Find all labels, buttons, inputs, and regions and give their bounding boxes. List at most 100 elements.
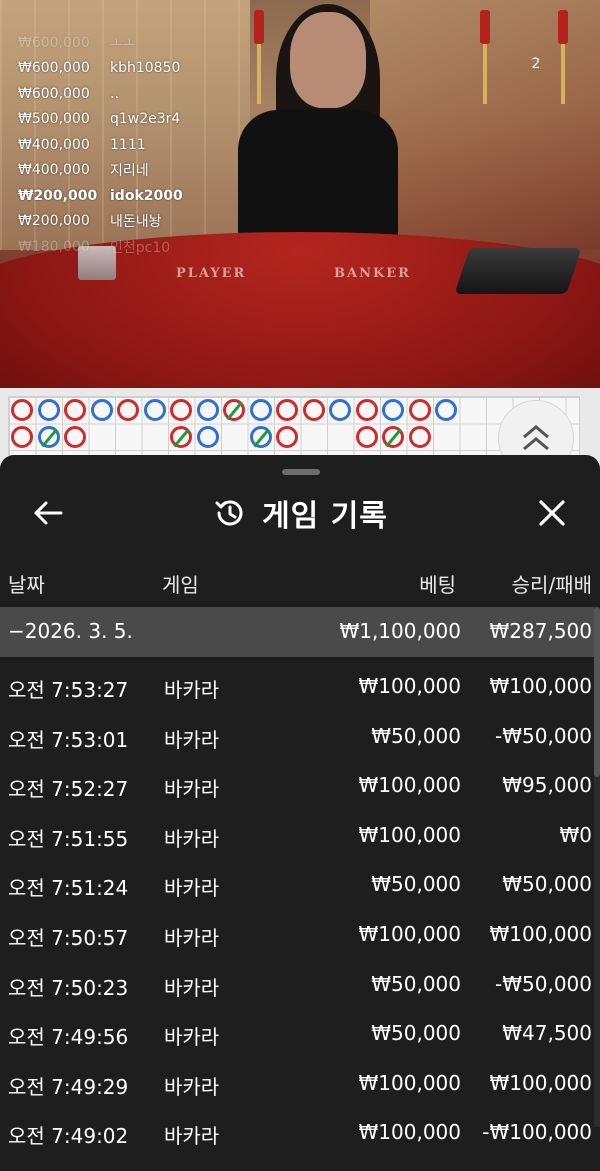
live-video-stream[interactable]: PLAYER BANKER 2 ₩600,000 ㅗㅗ ₩600,000 kbh…	[0, 0, 600, 388]
banker-bead	[302, 399, 325, 421]
player-bead	[143, 399, 166, 421]
history-clock-icon	[215, 500, 243, 526]
summary-bet-total: ₩1,100,000	[339, 619, 461, 643]
player-bead	[382, 399, 404, 421]
row-time: 오전 7:53:01	[8, 727, 129, 752]
bet-amount: ₩200,000	[18, 187, 98, 204]
sheet-drag-handle[interactable]	[282, 469, 320, 475]
bet-feed-row: ₩200,000 idok2000	[18, 183, 258, 209]
bet-feed-row: ₩400,000 지리네	[18, 158, 258, 184]
row-bet: ₩50,000	[371, 723, 461, 748]
player-bead	[196, 425, 219, 448]
row-bet: ₩100,000	[358, 1120, 461, 1145]
tie-slash	[385, 428, 402, 447]
row-bet: ₩50,000	[371, 971, 461, 996]
tie-slash	[226, 401, 243, 421]
history-rows: 오전 7:53:27 바카라 ₩100,000 ₩100,000 오전 7:53…	[0, 661, 600, 1157]
history-row[interactable]: 오전 7:49:29 바카라 ₩100,000 ₩100,000	[0, 1058, 600, 1108]
bet-user: 내돈내놩	[110, 214, 162, 231]
bet-feed-row: ₩500,000 q1w2e3r4	[18, 107, 258, 133]
player-bead	[249, 425, 272, 448]
history-column-headers: 날짜 게임 베팅 승리/패배	[0, 557, 600, 607]
banker-bead	[382, 425, 404, 448]
card-shoe	[454, 248, 582, 294]
row-game: 바카라	[164, 925, 220, 950]
row-time: 오전 7:50:57	[8, 925, 129, 950]
tie-slash	[40, 428, 58, 447]
history-row[interactable]: 오전 7:50:57 바카라 ₩100,000 ₩100,000	[0, 909, 600, 959]
bet-feed-row: ₩200,000 내돈내놩	[18, 209, 258, 235]
summary-date: −2026. 3. 5.	[8, 619, 133, 643]
bet-amount: ₩180,000	[18, 238, 90, 255]
banker-bead	[11, 425, 33, 448]
row-bet: ₩100,000	[358, 674, 461, 698]
column-header-game[interactable]: 게임	[162, 569, 199, 598]
row-result: ₩50,000	[502, 872, 592, 897]
decor-tassel	[483, 44, 487, 104]
decor-lantern	[480, 10, 490, 44]
dealer-face	[290, 12, 366, 108]
tie-slash	[252, 428, 270, 447]
history-scroll-thumb[interactable]	[594, 607, 600, 777]
bet-user: 1111	[110, 136, 146, 153]
row-bet: ₩100,000	[358, 921, 461, 946]
history-row[interactable]: 오전 7:51:55 바카라 ₩100,000 ₩0	[0, 810, 600, 860]
sheet-title-wrap: 게임 기록	[0, 477, 600, 549]
row-time: 오전 7:50:23	[8, 975, 129, 1000]
bet-feed-row: ₩400,000 1111	[18, 132, 258, 158]
sheet-header: 게임 기록	[0, 477, 600, 549]
double-chevron-up-icon	[523, 425, 549, 451]
bet-user: q1w2e3r4	[110, 111, 181, 128]
history-row[interactable]: 오전 7:50:23 바카라 ₩50,000 -₩50,000	[0, 959, 600, 1009]
row-bet: ₩100,000	[358, 822, 461, 847]
banker-bead	[355, 425, 378, 448]
player-bead	[435, 399, 457, 421]
banker-bead	[64, 399, 86, 421]
bet-feed-row: ₩600,000 kbh10850	[18, 56, 258, 82]
row-time: 오전 7:53:27	[8, 678, 129, 702]
bet-amount: ₩500,000	[18, 111, 90, 128]
row-bet: ₩100,000	[358, 1070, 461, 1095]
date-summary-row[interactable]: −2026. 3. 5. ₩1,100,000 ₩287,500	[0, 607, 600, 657]
row-time: 오전 7:49:56	[8, 1025, 129, 1050]
viewer-count: 2	[531, 56, 541, 72]
row-result: ₩0	[559, 822, 593, 847]
column-header-bet[interactable]: 베팅	[419, 569, 456, 598]
bet-feed: ₩600,000 ㅗㅗ ₩600,000 kbh10850 ₩600,000 .…	[18, 30, 258, 260]
row-time: 오전 7:51:24	[8, 876, 129, 901]
history-row[interactable]: 오전 7:51:24 바카라 ₩50,000 ₩50,000	[0, 859, 600, 909]
banker-bead	[11, 399, 33, 421]
row-game: 바카라	[164, 1074, 220, 1099]
decor-tassel	[561, 44, 565, 104]
arrow-left-icon	[34, 501, 63, 525]
column-header-result[interactable]: 승리/패배	[512, 569, 592, 598]
column-header-date[interactable]: 날짜	[8, 569, 45, 598]
row-game: 바카라	[164, 727, 220, 752]
close-button[interactable]	[524, 485, 580, 541]
history-row[interactable]: 오전 7:52:27 바카라 ₩100,000 ₩95,000	[0, 760, 600, 810]
bet-amount: ₩600,000	[18, 60, 90, 77]
player-bead	[329, 399, 351, 421]
sheet-title: 게임 기록	[262, 499, 388, 534]
history-scrollbar[interactable]	[594, 607, 600, 1127]
row-result: -₩50,000	[495, 971, 592, 996]
history-row[interactable]: 오전 7:49:56 바카라 ₩50,000 ₩47,500	[0, 1008, 600, 1058]
history-row[interactable]: 오전 7:53:01 바카라 ₩50,000 -₩50,000	[0, 711, 600, 761]
bet-feed-row: ₩600,000 ..	[18, 81, 258, 107]
player-bead	[249, 399, 272, 421]
player-bead	[37, 399, 60, 421]
banker-bead	[408, 425, 431, 448]
back-button[interactable]	[20, 485, 76, 541]
bet-user: kbh10850	[110, 60, 181, 77]
history-row[interactable]: 오전 7:49:02 바카라 ₩100,000 -₩100,000	[0, 1107, 600, 1157]
close-icon	[539, 500, 565, 526]
bet-user: 인천pc10	[110, 239, 171, 256]
decor-lantern	[558, 10, 568, 44]
player-bead	[37, 425, 60, 448]
history-row[interactable]: 오전 7:53:27 바카라 ₩100,000 ₩100,000	[0, 661, 600, 711]
bet-amount: ₩600,000	[18, 85, 90, 102]
row-time: 오전 7:49:02	[8, 1124, 129, 1149]
row-bet: ₩50,000	[371, 872, 461, 897]
bet-feed-row: ₩600,000 ㅗㅗ	[18, 30, 258, 56]
row-game: 바카라	[164, 1025, 220, 1050]
